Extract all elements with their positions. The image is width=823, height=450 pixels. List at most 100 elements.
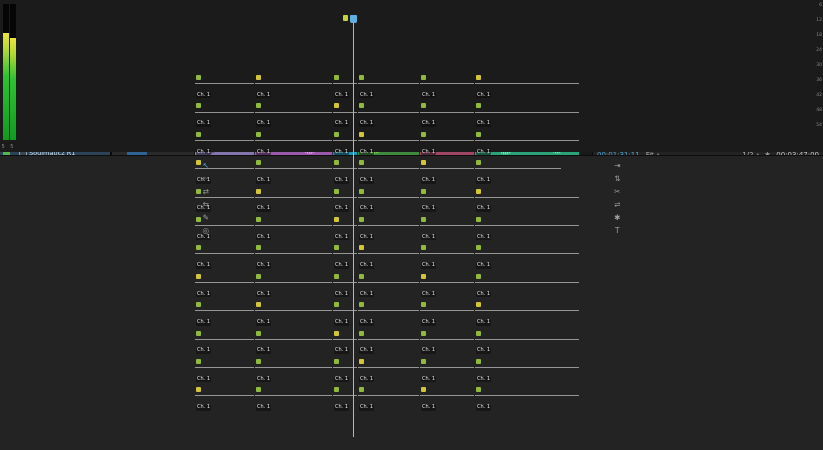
volume-rubber-band[interactable] — [420, 282, 474, 283]
fx-badge — [476, 160, 481, 165]
volume-rubber-band[interactable] — [255, 310, 332, 311]
volume-rubber-band[interactable] — [358, 112, 419, 113]
volume-rubber-band[interactable] — [420, 395, 474, 396]
channel-label: Ch. 1 — [256, 348, 271, 354]
volume-rubber-band[interactable] — [195, 140, 254, 141]
fx-badge — [421, 274, 426, 279]
channel-label: Ch. 1 — [256, 263, 271, 269]
fx-badge — [359, 103, 364, 108]
volume-rubber-band[interactable] — [420, 310, 474, 311]
volume-rubber-band[interactable] — [475, 282, 579, 283]
track-select-forward-tool[interactable]: ⇥ — [612, 161, 623, 170]
channel-label: Ch. 1 — [359, 348, 374, 354]
volume-rubber-band[interactable] — [255, 367, 332, 368]
hand-tool[interactable]: ✱ — [612, 213, 623, 222]
volume-rubber-band[interactable] — [195, 83, 254, 84]
volume-rubber-band[interactable] — [358, 253, 419, 254]
volume-rubber-band[interactable] — [358, 197, 419, 198]
volume-rubber-band[interactable] — [195, 282, 254, 283]
fx-badge — [359, 274, 364, 279]
fx-badge — [256, 160, 261, 165]
volume-rubber-band[interactable] — [255, 395, 332, 396]
volume-rubber-band[interactable] — [420, 140, 474, 141]
meter-bar-left — [3, 4, 9, 140]
channel-label: Ch. 1 — [256, 320, 271, 326]
volume-rubber-band[interactable] — [358, 140, 419, 141]
volume-rubber-band[interactable] — [255, 197, 332, 198]
volume-rubber-band[interactable] — [420, 197, 474, 198]
fx-badge — [359, 359, 364, 364]
rate-stretch-tool[interactable]: ⇄ — [200, 187, 211, 196]
channel-label: Ch. 1 — [334, 206, 349, 212]
volume-rubber-band[interactable] — [475, 339, 579, 340]
fx-badge — [421, 189, 426, 194]
volume-rubber-band[interactable] — [255, 282, 332, 283]
meter-bottom-label: 5 5 — [0, 144, 17, 150]
fx-badge — [196, 331, 201, 336]
playhead-handle[interactable] — [350, 15, 357, 23]
volume-rubber-band[interactable] — [475, 197, 579, 198]
channel-label: Ch. 1 — [334, 377, 349, 383]
channel-label: Ch. 1 — [421, 93, 436, 99]
sequence-marker[interactable] — [343, 15, 348, 21]
fx-badge — [256, 132, 261, 137]
volume-rubber-band[interactable] — [358, 225, 419, 226]
volume-rubber-band[interactable] — [475, 140, 579, 141]
volume-rubber-band[interactable] — [420, 253, 474, 254]
volume-rubber-band[interactable] — [195, 168, 254, 169]
volume-rubber-band[interactable] — [420, 83, 474, 84]
volume-rubber-band[interactable] — [420, 339, 474, 340]
volume-rubber-band[interactable] — [255, 339, 332, 340]
volume-rubber-band[interactable] — [475, 253, 579, 254]
fx-badge — [256, 217, 261, 222]
channel-label: Ch. 1 — [334, 150, 349, 156]
razor-tool[interactable]: ✂ — [612, 187, 623, 196]
volume-rubber-band[interactable] — [358, 83, 419, 84]
volume-rubber-band[interactable] — [475, 225, 579, 226]
volume-rubber-band[interactable] — [475, 168, 561, 169]
volume-rubber-band[interactable] — [420, 367, 474, 368]
volume-rubber-band[interactable] — [358, 282, 419, 283]
volume-rubber-band[interactable] — [255, 225, 332, 226]
slide-tool[interactable]: ⇌ — [612, 200, 623, 209]
playhead-line[interactable] — [353, 17, 354, 437]
volume-rubber-band[interactable] — [358, 339, 419, 340]
channel-label: Ch. 1 — [359, 121, 374, 127]
fx-badge — [359, 387, 364, 392]
volume-rubber-band[interactable] — [255, 253, 332, 254]
volume-rubber-band[interactable] — [195, 367, 254, 368]
volume-rubber-band[interactable] — [195, 197, 254, 198]
channel-label: Ch. 1 — [421, 348, 436, 354]
volume-rubber-band[interactable] — [358, 310, 419, 311]
volume-rubber-band[interactable] — [195, 395, 254, 396]
volume-rubber-band[interactable] — [255, 83, 332, 84]
channel-label: Ch. 1 — [421, 292, 436, 298]
volume-rubber-band[interactable] — [475, 310, 579, 311]
volume-rubber-band[interactable] — [195, 225, 254, 226]
volume-rubber-band[interactable] — [420, 112, 474, 113]
fx-badge — [421, 160, 426, 165]
volume-rubber-band[interactable] — [255, 112, 332, 113]
volume-rubber-band[interactable] — [475, 395, 579, 396]
volume-rubber-band[interactable] — [195, 253, 254, 254]
volume-rubber-band[interactable] — [475, 112, 579, 113]
volume-rubber-band[interactable] — [420, 168, 474, 169]
volume-rubber-band[interactable] — [255, 168, 332, 169]
pen-tool[interactable]: ✎ — [200, 213, 211, 222]
volume-rubber-band[interactable] — [358, 395, 419, 396]
volume-rubber-band[interactable] — [358, 168, 419, 169]
channel-label: Ch. 1 — [196, 93, 211, 99]
volume-rubber-band[interactable] — [195, 112, 254, 113]
volume-rubber-band[interactable] — [195, 310, 254, 311]
type-tool[interactable]: T — [612, 226, 623, 235]
fx-badge — [334, 331, 339, 336]
volume-rubber-band[interactable] — [475, 367, 579, 368]
channel-label: Ch. 1 — [196, 178, 211, 184]
volume-rubber-band[interactable] — [255, 140, 332, 141]
volume-rubber-band[interactable] — [195, 339, 254, 340]
rolling-edit-tool[interactable]: ⇅ — [612, 174, 623, 183]
volume-rubber-band[interactable] — [475, 83, 579, 84]
channel-label: Ch. 1 — [256, 121, 271, 127]
volume-rubber-band[interactable] — [420, 225, 474, 226]
volume-rubber-band[interactable] — [358, 367, 419, 368]
